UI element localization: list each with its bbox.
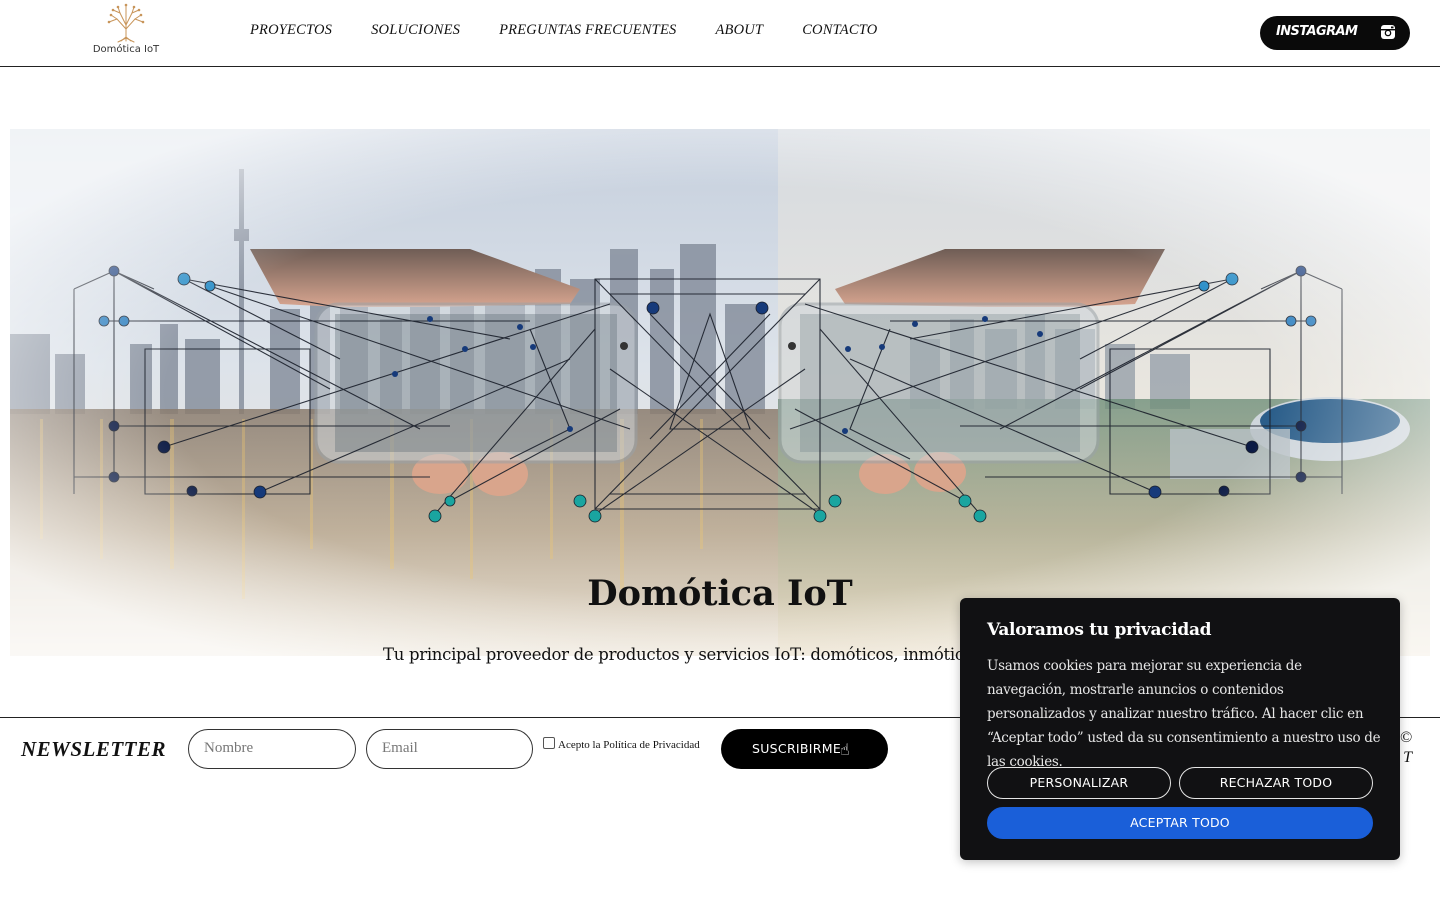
pointer-hand-icon: ☝ [840,740,851,759]
copyright-tail: T [1403,749,1412,766]
nav-contacto[interactable]: CONTACTO [802,22,877,39]
privacy-checkbox[interactable] [543,737,555,749]
newsletter-title: NEWSLETTER [21,737,167,761]
tree-logo-icon [107,3,145,43]
instagram-icon [1381,25,1395,39]
instagram-label: INSTAGRAM [1276,24,1358,39]
copyright-symbol: © [1399,729,1412,746]
copyright-fragment: © T [1398,728,1412,768]
site-logo[interactable]: Domótica IoT [92,3,160,61]
accept-all-button[interactable]: ACEPTAR TODO [987,807,1373,839]
privacy-consent[interactable]: Acepto la Política de Privacidad [543,737,700,751]
cookie-text: Usamos cookies para mejorar su experienc… [987,658,1381,770]
instagram-button[interactable]: INSTAGRAM [1260,16,1410,50]
reject-all-button[interactable]: RECHAZAR TODO [1179,767,1373,799]
email-input[interactable]: Email [366,729,533,769]
nav-about[interactable]: ABOUT [715,22,763,39]
nav-soluciones[interactable]: SOLUCIONES [371,22,460,39]
name-input[interactable]: Nombre [188,729,356,769]
cookie-title: Valoramos tu privacidad [987,620,1212,640]
privacy-consent-label: Acepto la Política de Privacidad [558,739,700,751]
nav-preguntas-frecuentes[interactable]: PREGUNTAS FRECUENTES [499,22,676,39]
site-header: Domótica IoT PROYECTOS SOLUCIONES PREGUN… [0,0,1440,67]
nav-proyectos[interactable]: PROYECTOS [250,22,332,39]
customize-button[interactable]: PERSONALIZAR [987,767,1171,799]
cookie-consent-dialog: Valoramos tu privacidad Usamos cookies p… [960,598,1400,860]
subscribe-label: SUSCRIBIRME [752,741,842,756]
hero-subtitle: Tu principal proveedor de productos y se… [383,645,1011,664]
subscribe-button[interactable]: SUSCRIBIRME ☝ [721,729,888,769]
main-nav: PROYECTOS SOLUCIONES PREGUNTAS FRECUENTE… [250,22,916,39]
logo-text: Domótica IoT [92,44,160,55]
